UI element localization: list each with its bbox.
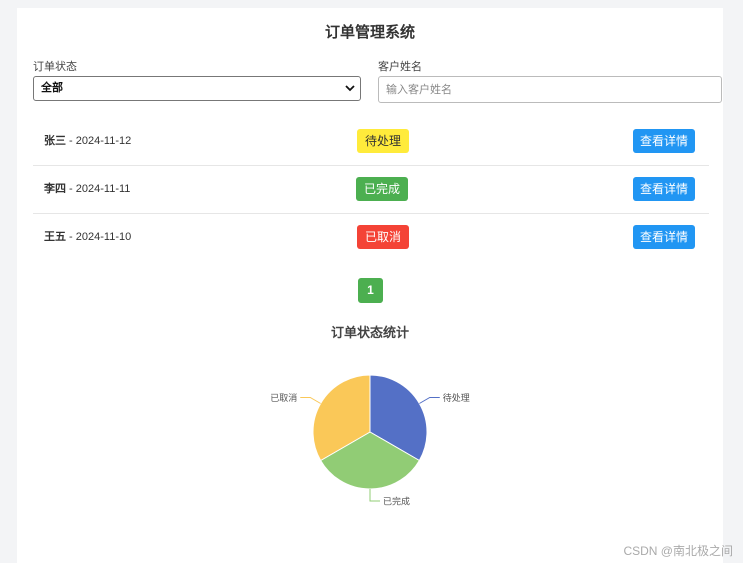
status-pie-chart: 待处理已完成 已取消 (270, 374, 470, 507)
pie-label: 待处理 (443, 392, 470, 403)
pie-label-line (419, 397, 440, 404)
watermark: CSDN @南北极之间 (623, 544, 733, 558)
pie-label: 已完成 (383, 496, 410, 507)
pie-label-line (369, 489, 380, 502)
pie-label: 已取消 (270, 392, 297, 403)
main-panel: 订单管理系统 订单状态 客户姓名 全部 张三 - 2024-11-12 待处理 … (17, 8, 723, 563)
pie-label-line (300, 397, 321, 404)
